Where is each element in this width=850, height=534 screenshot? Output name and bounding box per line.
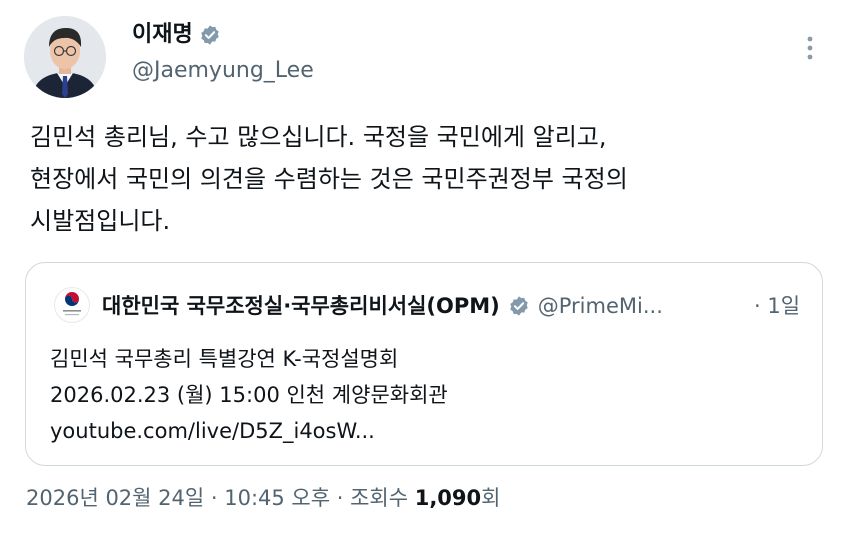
tweet-timestamp[interactable]: 2026년 02월 24일 · 10:45 오후 · 조회수 (26, 486, 415, 510)
author-name-row[interactable]: 이재명 (132, 20, 221, 50)
tweet-text-line: 현장에서 국민의 의견을 수렴하는 것은 국민주권정부 국정의 (30, 165, 628, 193)
author-avatar[interactable] (24, 16, 106, 98)
quoted-tweet-header: 대한민국 국무조정실·국무총리비서실(OPM) @PrimeMi... (102, 290, 663, 322)
author-display-name[interactable]: 이재명 (132, 20, 193, 50)
view-count-suffix: 회 (481, 486, 501, 510)
author-handle[interactable]: @Jaemyung_Lee (132, 56, 314, 86)
tweet-text-line: 김민석 총리님, 수고 많으십니다. 국정을 국민에게 알리고, (30, 123, 607, 151)
quoted-tweet-time[interactable]: · 1일 (754, 290, 800, 322)
verified-check-icon (199, 24, 221, 46)
tweet-meta: 2026년 02월 24일 · 10:45 오후 · 조회수 1,090회 (26, 482, 500, 514)
view-count: 1,090 (414, 486, 482, 510)
more-options-icon[interactable] (796, 30, 824, 66)
quoted-author-name[interactable]: 대한민국 국무조정실·국무총리비서실(OPM) (102, 290, 500, 322)
quoted-author-avatar[interactable] (54, 287, 90, 323)
quoted-tweet-link[interactable]: youtube.com/live/D5Z_i4osW... (50, 413, 448, 449)
quoted-tweet-card[interactable]: 대한민국 국무조정실·국무총리비서실(OPM) @PrimeMi... · 1일… (25, 262, 823, 466)
quoted-tweet-line: 2026.02.23 (월) 15:00 인천 계양문화회관 (50, 383, 448, 407)
verified-check-icon (508, 295, 530, 317)
tweet-text-line: 시발점입니다. (30, 207, 171, 235)
quoted-tweet-line: 김민석 국무총리 특별강연 K-국정설명회 (50, 347, 399, 371)
quoted-author-handle[interactable]: @PrimeMi... (538, 290, 663, 322)
quoted-tweet-text: 김민석 국무총리 특별강연 K-국정설명회 2026.02.23 (월) 15:… (50, 341, 448, 449)
tweet-text: 김민석 총리님, 수고 많으십니다. 국정을 국민에게 알리고, 현장에서 국민… (30, 116, 820, 242)
